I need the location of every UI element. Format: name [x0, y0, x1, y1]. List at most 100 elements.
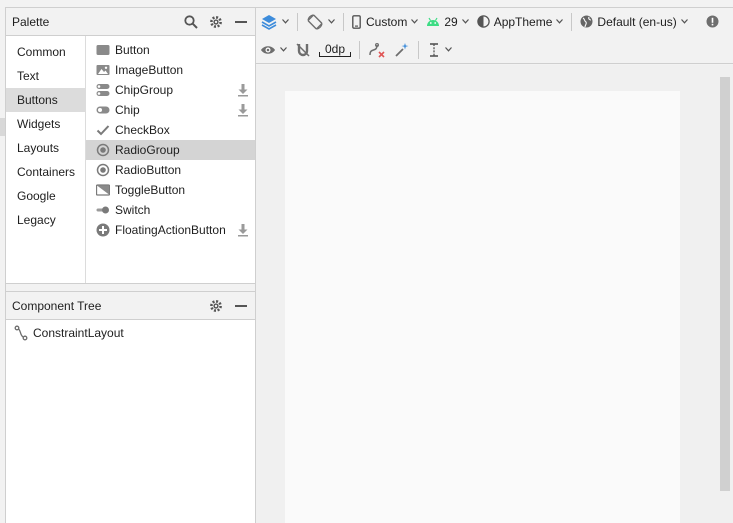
- left-panel: Palette Common Text Buttons Widgets Layo…: [5, 7, 256, 523]
- widget-label: Button: [115, 43, 150, 57]
- clear-constraints-button[interactable]: [364, 39, 390, 61]
- chevron-down-icon: [280, 47, 287, 52]
- clear-constraints-icon: [368, 42, 386, 58]
- category-layouts[interactable]: Layouts: [6, 136, 85, 160]
- category-common[interactable]: Common: [6, 40, 85, 64]
- view-options-button[interactable]: [256, 39, 291, 61]
- chevron-down-icon: [445, 47, 452, 52]
- magnet-off-icon: [295, 42, 311, 58]
- palette-categories: Common Text Buttons Widgets Layouts Cont…: [6, 36, 86, 283]
- device-preview[interactable]: [285, 91, 680, 523]
- category-containers[interactable]: Containers: [6, 160, 85, 184]
- magic-wand-icon: [394, 42, 410, 58]
- chevron-down-icon: [282, 19, 289, 24]
- widget-floatingactionbutton[interactable]: FloatingActionButton: [86, 220, 255, 240]
- widget-label: ToggleButton: [115, 183, 186, 197]
- default-margin-selector[interactable]: 0dp: [319, 42, 352, 57]
- chevron-down-icon: [680, 19, 688, 24]
- category-text[interactable]: Text: [6, 64, 85, 88]
- chevron-down-icon: [328, 19, 335, 24]
- design-surface-button[interactable]: [256, 11, 293, 33]
- locale-label: Default (en-us): [597, 14, 677, 29]
- phone-icon: [352, 14, 361, 29]
- download-icon[interactable]: [237, 83, 249, 97]
- component-tree: ConstraintLayout: [6, 320, 255, 343]
- locale-selector[interactable]: Default (en-us): [576, 11, 691, 33]
- switch-icon: [96, 203, 110, 217]
- widget-radiogroup[interactable]: RadioGroup: [86, 140, 255, 160]
- category-buttons[interactable]: Buttons: [6, 88, 85, 112]
- checkmark-icon: [96, 123, 110, 137]
- theme-selector[interactable]: AppTheme: [473, 11, 568, 33]
- autoconnect-toggle[interactable]: [291, 39, 315, 61]
- tree-item-constraintlayout[interactable]: ConstraintLayout: [6, 323, 255, 343]
- infer-constraints-button[interactable]: [390, 39, 414, 61]
- api-level-label: 29: [444, 14, 458, 29]
- widget-chipgroup[interactable]: ChipGroup: [86, 80, 255, 100]
- category-legacy[interactable]: Legacy: [6, 208, 85, 232]
- radio-icon: [96, 143, 110, 157]
- panel-splitter[interactable]: [6, 284, 255, 292]
- chip-icon: [96, 103, 110, 117]
- download-icon[interactable]: [237, 223, 249, 237]
- device-label: Custom: [366, 14, 408, 29]
- chevron-down-icon: [411, 19, 419, 24]
- palette-widgets: Button ImageButton ChipGroup Chip CheckB…: [86, 36, 255, 283]
- widget-togglebutton[interactable]: ToggleButton: [86, 180, 255, 200]
- widget-imagebutton[interactable]: ImageButton: [86, 60, 255, 80]
- chevron-down-icon: [461, 19, 469, 24]
- constraint-layout-icon: [14, 325, 30, 341]
- download-icon[interactable]: [237, 103, 249, 117]
- component-tree-title: Component Tree: [12, 298, 102, 313]
- widget-label: ImageButton: [115, 63, 184, 77]
- widget-label: Switch: [115, 203, 151, 217]
- tree-item-label: ConstraintLayout: [33, 326, 124, 340]
- android-icon: [426, 17, 440, 27]
- minimize-icon[interactable]: [233, 298, 249, 314]
- widget-label: CheckBox: [115, 123, 170, 137]
- design-toolbar: Custom 29 AppTheme Default (en-us): [256, 7, 733, 35]
- orientation-button[interactable]: [302, 11, 339, 33]
- toggle-button-icon: [96, 183, 110, 197]
- gear-icon[interactable]: [208, 14, 224, 30]
- chip-group-icon: [96, 83, 110, 97]
- theme-label: AppTheme: [493, 14, 553, 29]
- guidelines-button[interactable]: [423, 39, 456, 61]
- chevron-down-icon: [556, 19, 564, 24]
- widget-radiobutton[interactable]: RadioButton: [86, 160, 255, 180]
- api-level-selector[interactable]: 29: [422, 11, 472, 33]
- device-selector[interactable]: Custom: [348, 11, 422, 33]
- vertical-guideline-icon: [427, 42, 441, 58]
- radio-icon: [96, 163, 110, 177]
- design-canvas[interactable]: [256, 65, 733, 523]
- button-icon: [96, 43, 110, 57]
- widget-chip[interactable]: Chip: [86, 100, 255, 120]
- widget-switch[interactable]: Switch: [86, 200, 255, 220]
- toolbar-separator: [418, 40, 420, 59]
- vertical-scrollbar[interactable]: [720, 77, 730, 491]
- warning-icon: [706, 15, 719, 28]
- widget-checkbox[interactable]: CheckBox: [86, 120, 255, 140]
- palette-body: Common Text Buttons Widgets Layouts Cont…: [6, 36, 255, 284]
- plus-circle-icon: [96, 223, 110, 237]
- toolbar-separator: [297, 12, 298, 31]
- eye-icon: [260, 44, 276, 56]
- widget-label: RadioGroup: [115, 143, 180, 157]
- widget-label: RadioButton: [115, 163, 182, 177]
- widget-button[interactable]: Button: [86, 40, 255, 60]
- category-google[interactable]: Google: [6, 184, 85, 208]
- toolbar-separator: [343, 12, 344, 31]
- globe-icon: [580, 15, 593, 28]
- rotate-device-icon: [306, 13, 324, 31]
- warnings-button[interactable]: [702, 11, 723, 33]
- widget-label: Chip: [115, 103, 140, 117]
- category-widgets[interactable]: Widgets: [6, 112, 85, 136]
- toolbar-separator: [571, 12, 573, 31]
- minimize-icon[interactable]: [233, 14, 249, 30]
- widget-label: ChipGroup: [115, 83, 174, 97]
- gear-icon[interactable]: [208, 298, 224, 314]
- search-icon[interactable]: [183, 14, 199, 30]
- layers-icon: [260, 13, 278, 31]
- image-button-icon: [96, 63, 110, 77]
- layout-toolbar: 0dp: [256, 36, 733, 64]
